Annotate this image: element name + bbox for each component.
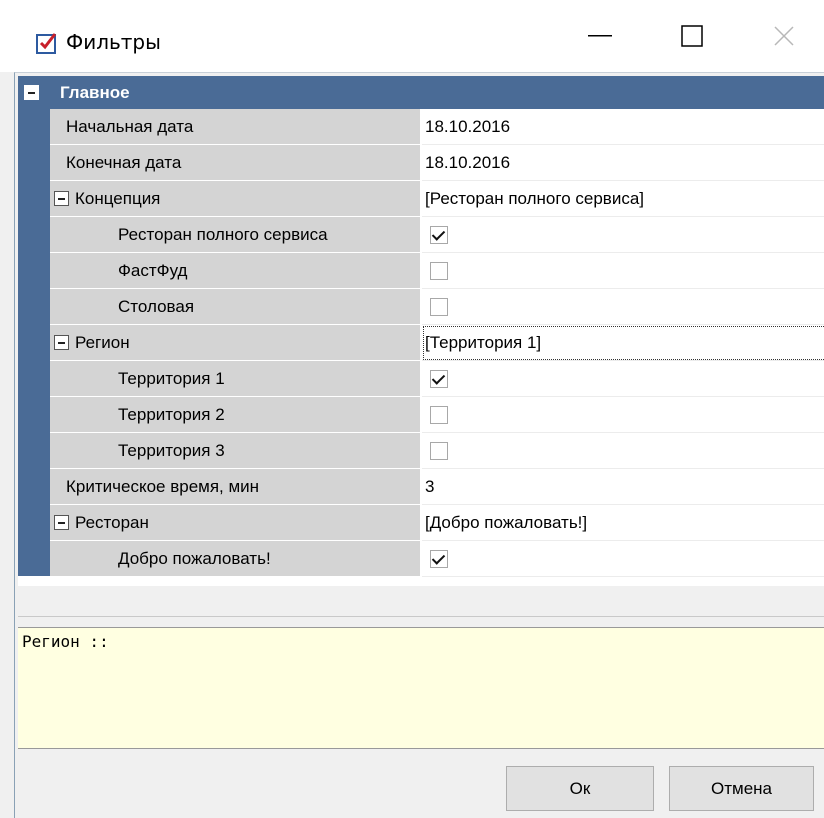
label-cell: Территория 3 [50,433,420,469]
close-button[interactable] [738,0,824,72]
label-cell: Начальная дата [50,109,420,145]
row-territory-3[interactable]: Территория 3 [50,433,824,469]
checkbox-cell [422,217,824,253]
row-start-date[interactable]: Начальная дата 18.10.2016 [50,109,824,145]
checkbox-cell [422,433,824,469]
property-label: Концепция [75,189,161,208]
row-territory-1[interactable]: Территория 1 [50,361,824,397]
property-label: Критическое время, мин [66,477,260,496]
label-cell: Территория 2 [50,397,420,433]
fastfood-checkbox[interactable] [430,262,448,280]
restaurant-value[interactable]: [Добро пожаловать!] [422,505,824,541]
minimize-button[interactable] [554,0,646,72]
grid-gutter [18,76,50,576]
maximize-icon [681,25,703,47]
collapse-toggle-icon[interactable] [54,335,69,350]
canteen-checkbox[interactable] [430,298,448,316]
row-canteen[interactable]: Столовая [50,289,824,325]
row-end-date[interactable]: Конечная дата 18.10.2016 [50,145,824,181]
collapse-toggle-icon[interactable] [54,191,69,206]
row-region[interactable]: Регион [Территория 1] [50,325,824,361]
checked-filter-icon [36,32,58,54]
description-text: Регион :: [22,632,109,651]
label-cell: ФастФуд [50,253,420,289]
label-cell: Концепция [50,181,420,217]
full-service-checkbox[interactable] [430,226,448,244]
row-full-service[interactable]: Ресторан полного сервиса [50,217,824,253]
row-fastfood[interactable]: ФастФуд [50,253,824,289]
row-critical-time[interactable]: Критическое время, мин 3 [50,469,824,505]
end-date-value[interactable]: 18.10.2016 [422,145,824,181]
critical-time-value[interactable]: 3 [422,469,824,505]
property-label: Ресторан полного сервиса [118,225,328,244]
region-value[interactable]: [Территория 1] [422,325,824,361]
label-cell: Столовая [50,289,420,325]
label-cell: Ресторан полного сервиса [50,217,420,253]
property-label: Конечная дата [66,153,182,172]
checkbox-cell [422,397,824,433]
property-label: Регион [75,333,130,352]
welcome-checkbox[interactable] [430,550,448,568]
minimize-icon [588,35,612,37]
checkbox-cell [422,253,824,289]
maximize-button[interactable] [646,0,738,72]
row-welcome[interactable]: Добро пожаловать! [50,541,824,577]
property-label: Столовая [118,297,195,316]
property-label: Территория 3 [118,441,225,460]
row-restaurant[interactable]: Ресторан [Добро пожаловать!] [50,505,824,541]
property-label: Территория 1 [118,369,225,388]
concept-value[interactable]: [Ресторан полного сервиса] [422,181,824,217]
row-territory-2[interactable]: Территория 2 [50,397,824,433]
territory-3-checkbox[interactable] [430,442,448,460]
collapse-toggle-icon[interactable] [24,85,39,100]
label-cell: Критическое время, мин [50,469,420,505]
property-label: ФастФуд [118,261,188,280]
label-cell: Конечная дата [50,145,420,181]
category-main[interactable]: Главное [18,76,824,109]
checkbox-cell [422,541,824,577]
checkbox-cell [422,361,824,397]
cancel-button[interactable]: Отмена [669,766,814,811]
collapse-toggle-icon[interactable] [54,515,69,530]
label-cell: Территория 1 [50,361,420,397]
start-date-value[interactable]: 18.10.2016 [422,109,824,145]
checkbox-cell [422,289,824,325]
row-concept[interactable]: Концепция [Ресторан полного сервиса] [50,181,824,217]
label-cell: Ресторан [50,505,420,541]
property-label: Ресторан [75,513,149,532]
label-cell: Регион [50,325,420,361]
panel-splitter[interactable] [18,616,824,627]
ok-button[interactable]: Ок [506,766,654,811]
category-label: Главное [60,83,130,102]
territory-1-checkbox[interactable] [430,370,448,388]
territory-2-checkbox[interactable] [430,406,448,424]
property-label: Территория 2 [118,405,225,424]
description-panel: Регион :: [18,627,824,749]
close-icon [774,26,794,46]
label-cell: Добро пожаловать! [50,541,420,577]
window-title: Фильтры [66,30,161,54]
property-label: Добро пожаловать! [118,549,271,568]
property-label: Начальная дата [66,117,194,136]
